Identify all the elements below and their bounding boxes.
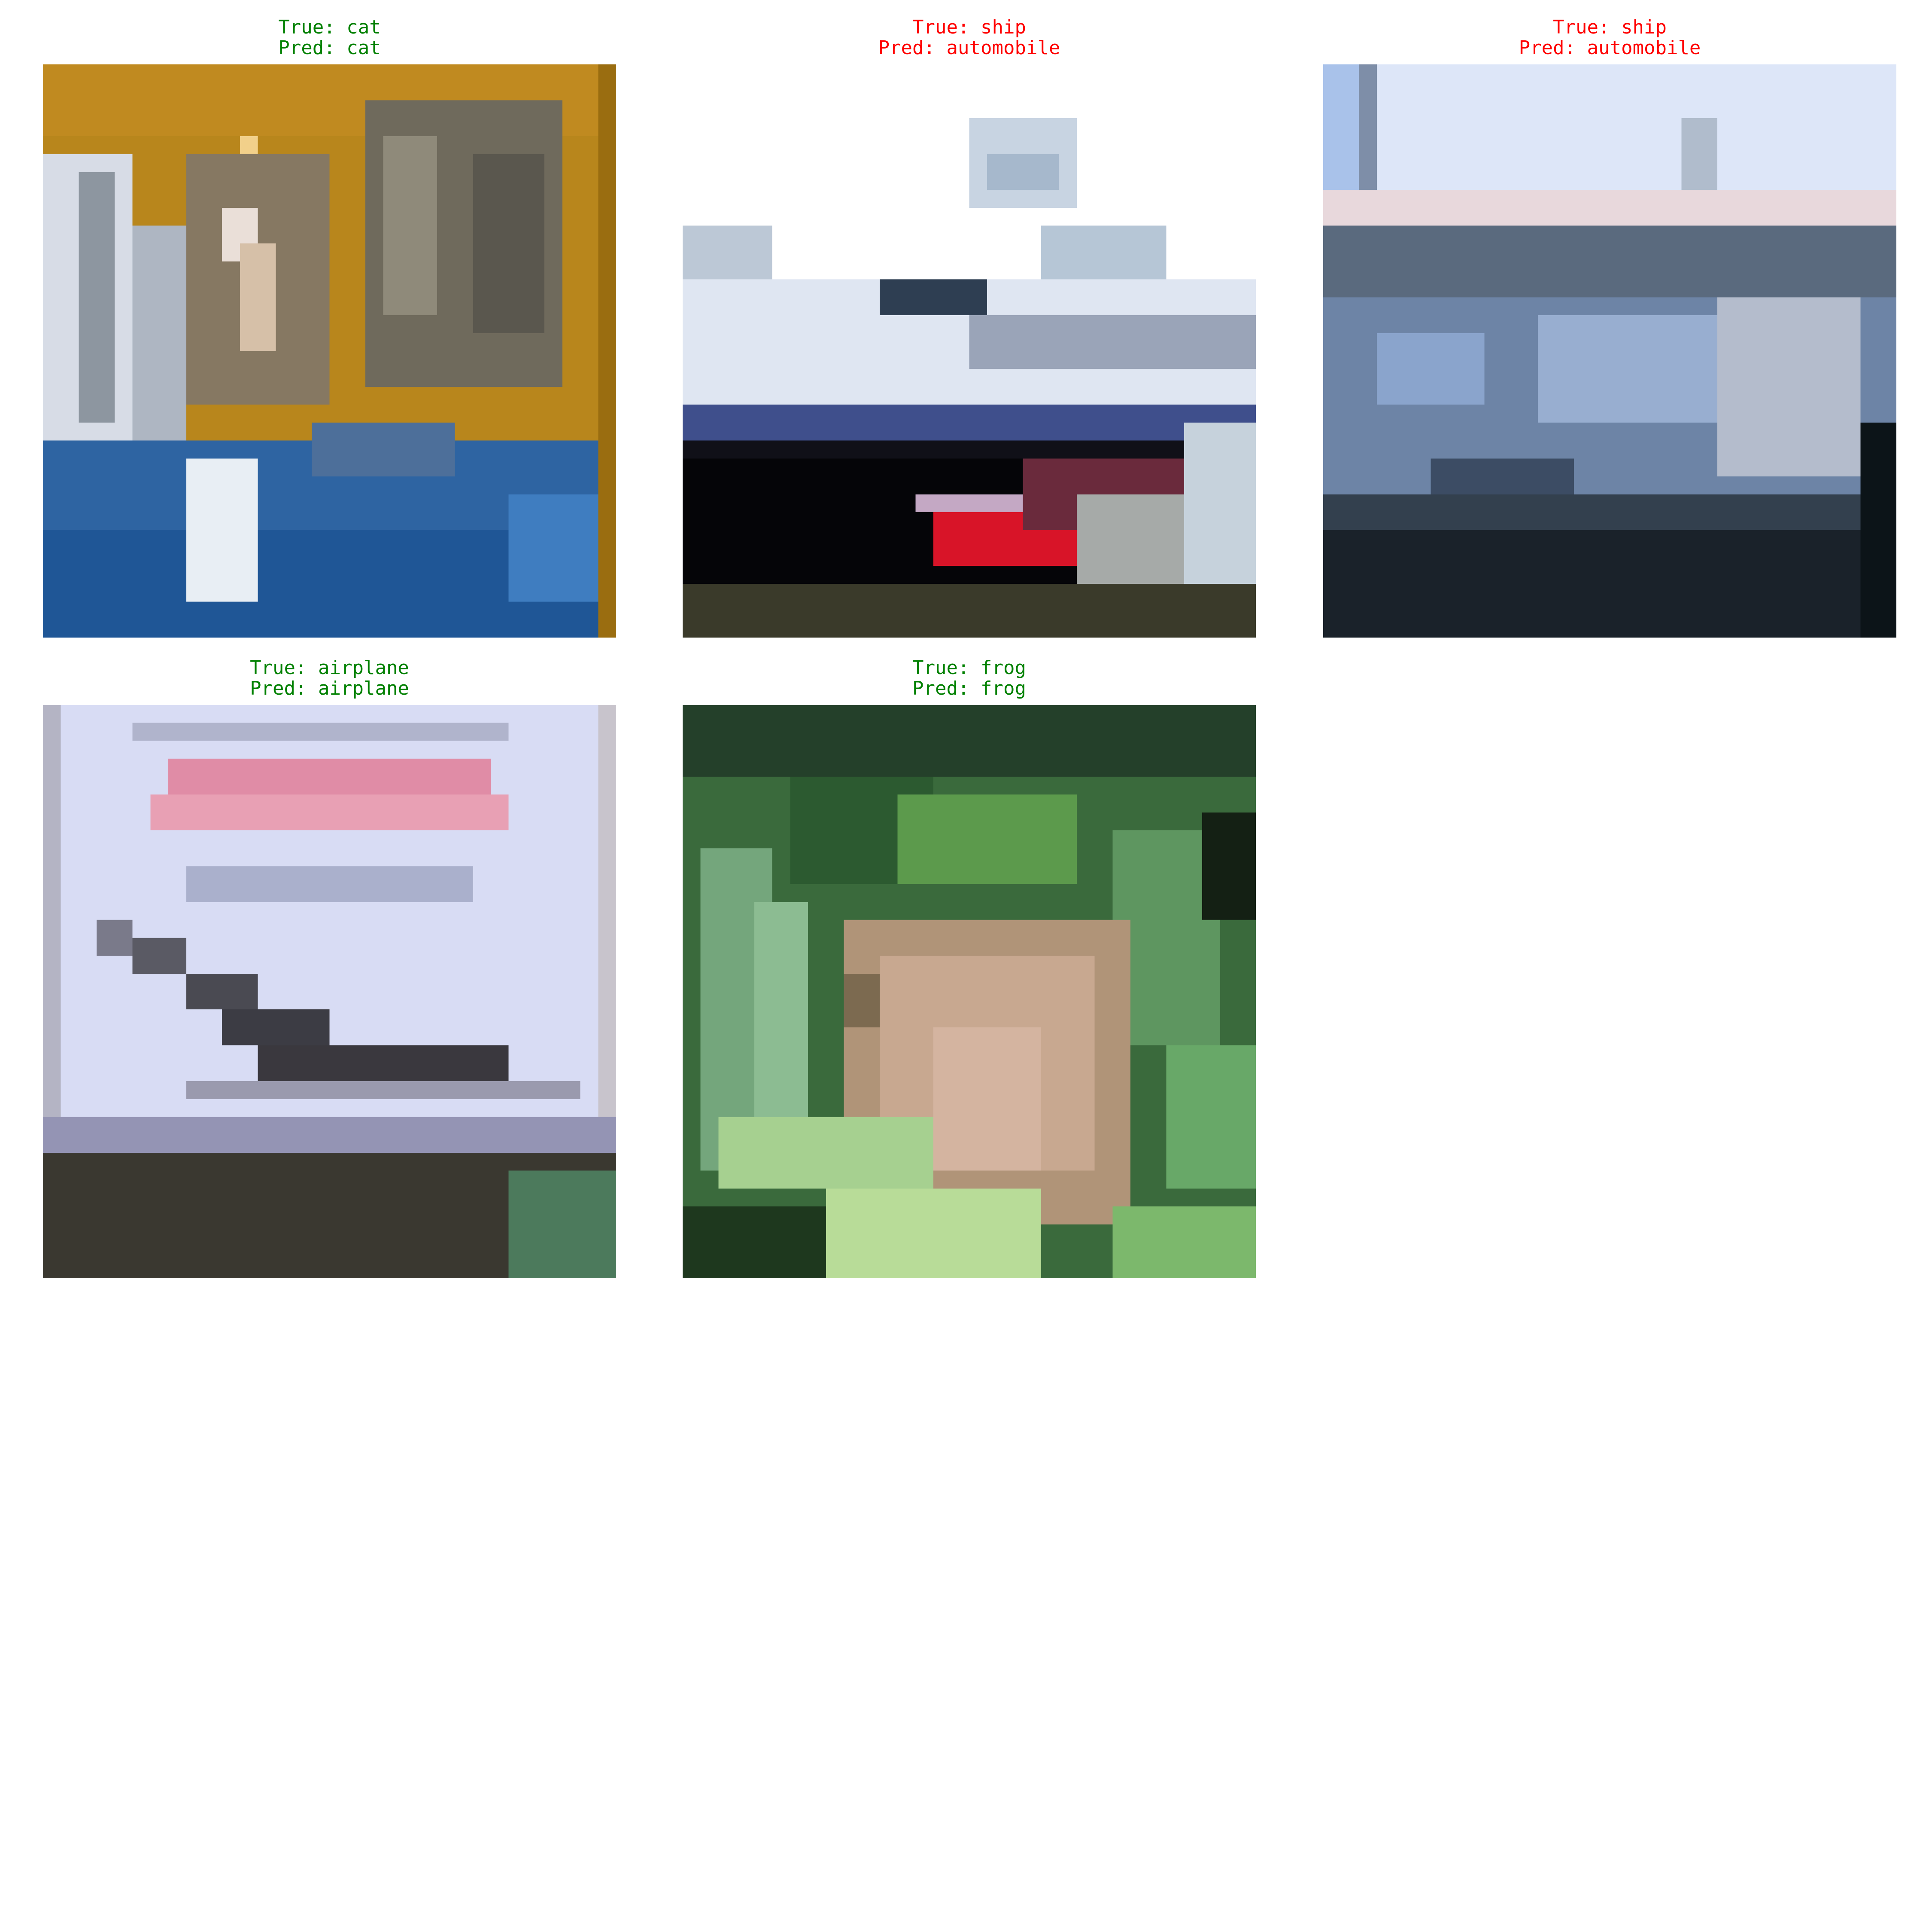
true-label: True: ship bbox=[912, 16, 1026, 38]
pred-label: Pred: frog bbox=[912, 677, 1026, 699]
image-ship-2 bbox=[1323, 64, 1896, 638]
pred-label: Pred: automobile bbox=[1519, 37, 1701, 59]
true-label: True: frog bbox=[912, 657, 1026, 679]
true-label: True: ship bbox=[1553, 16, 1667, 38]
true-label: True: cat bbox=[278, 16, 381, 38]
pred-label: Pred: cat bbox=[278, 37, 381, 59]
image-frog bbox=[683, 705, 1256, 1278]
pred-label: Pred: airplane bbox=[250, 677, 409, 699]
image-airplane bbox=[43, 705, 616, 1278]
true-label: True: airplane bbox=[250, 657, 409, 679]
image-cat bbox=[43, 64, 616, 638]
image-ship-1 bbox=[683, 64, 1256, 638]
pred-label: Pred: automobile bbox=[878, 37, 1060, 59]
